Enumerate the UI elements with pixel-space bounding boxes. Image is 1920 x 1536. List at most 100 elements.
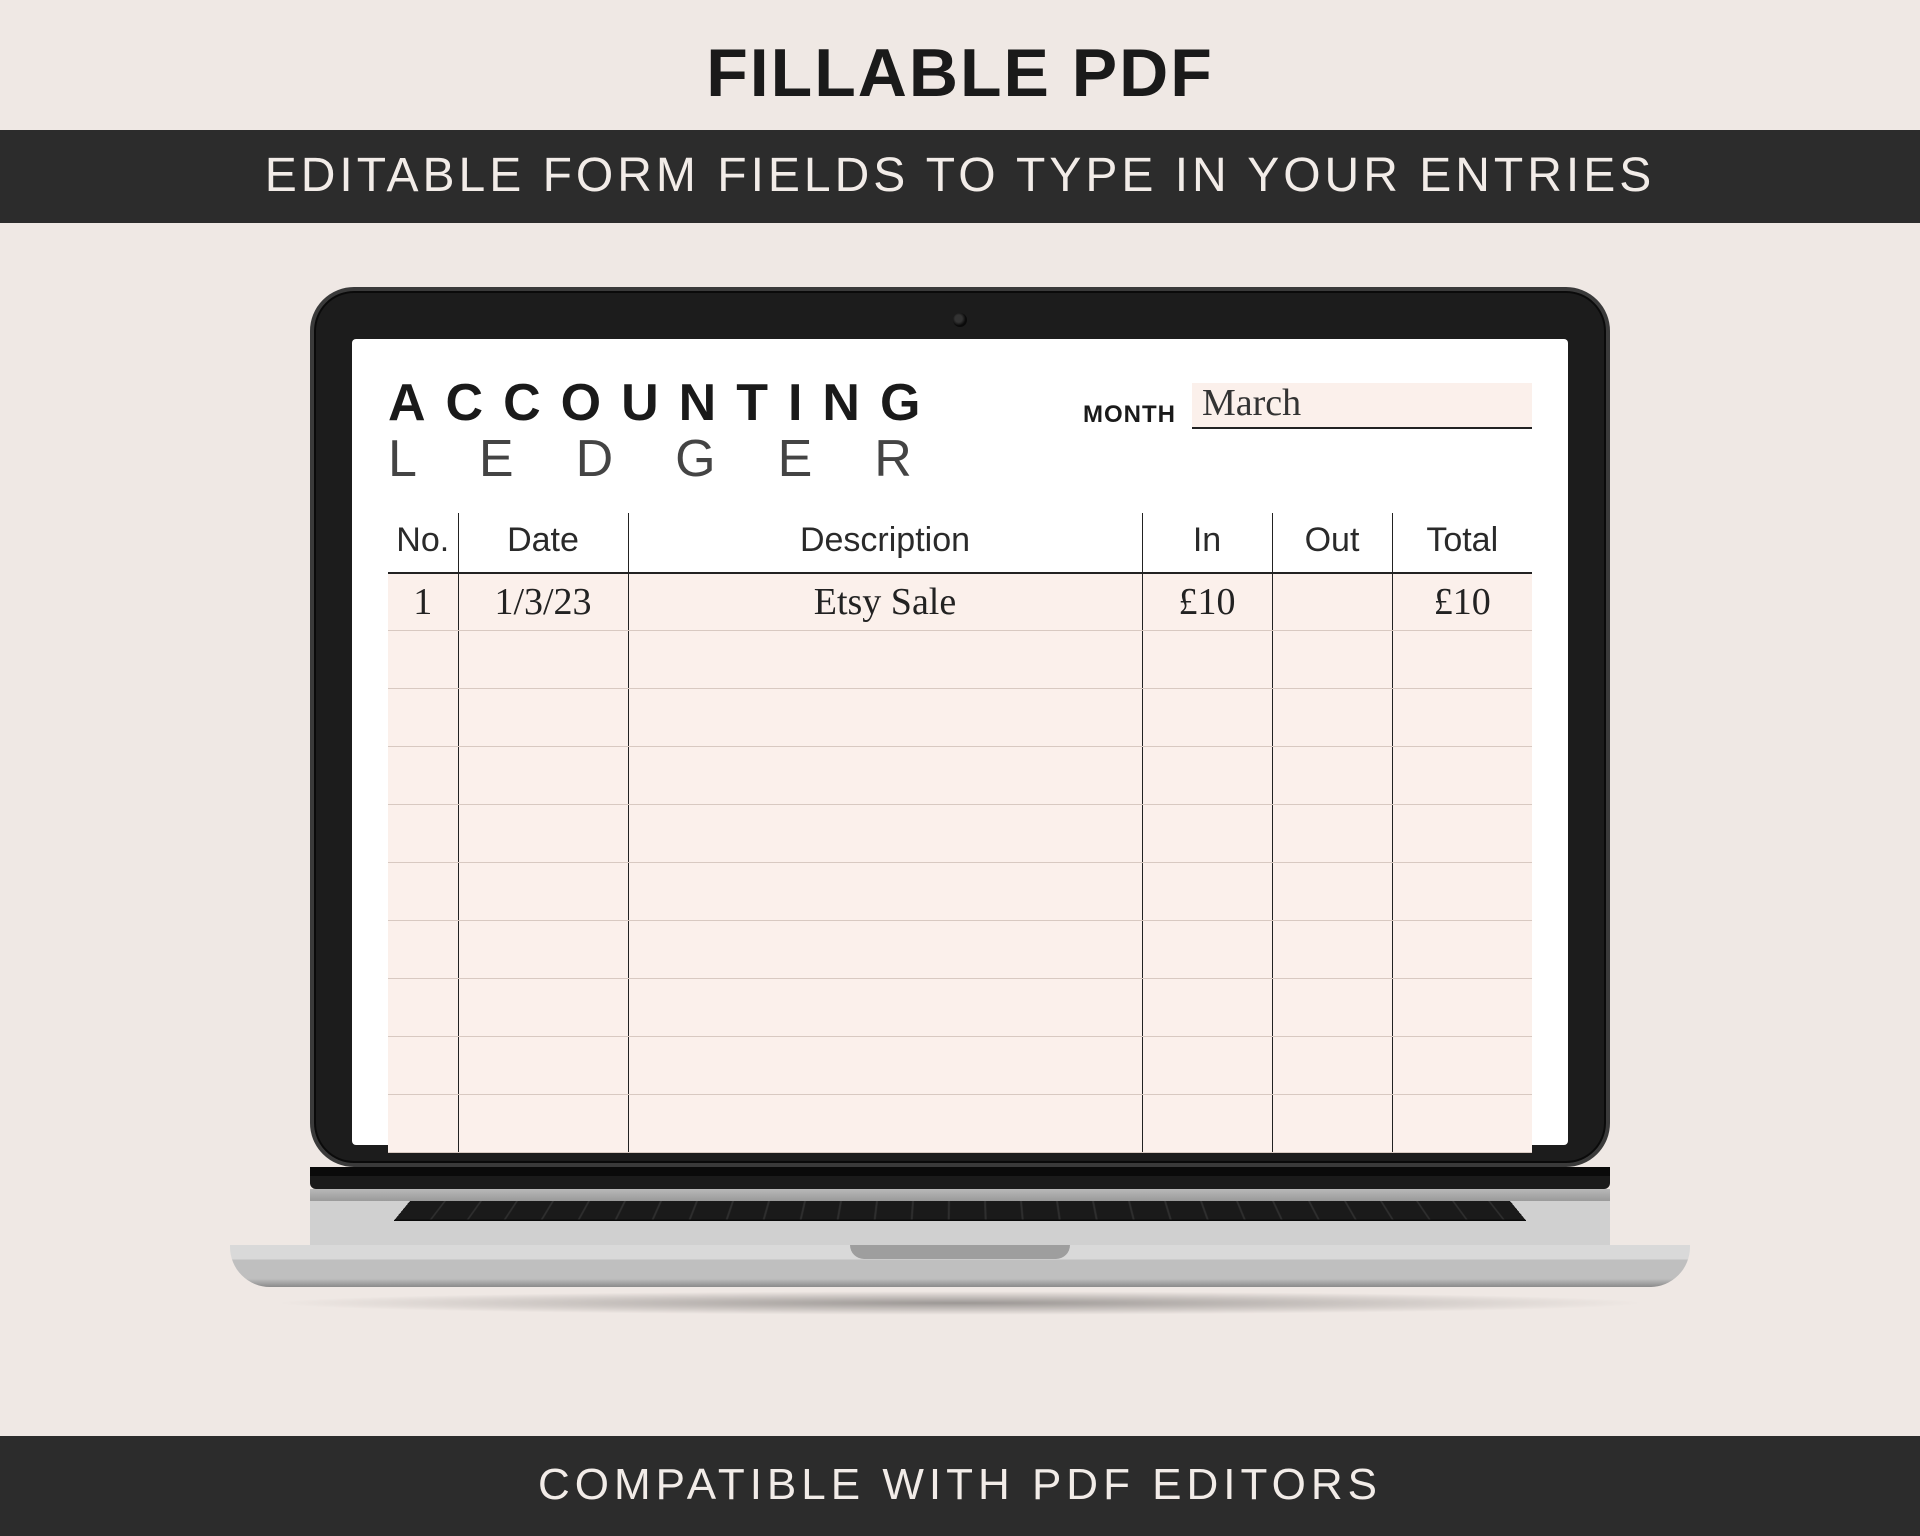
col-desc: Description — [628, 513, 1142, 573]
cell-in[interactable] — [1142, 631, 1272, 689]
table-row — [388, 1037, 1532, 1095]
cell-date[interactable] — [458, 689, 628, 747]
cell-no[interactable] — [388, 747, 458, 805]
ledger-header: ACCOUNTING LEDGER MONTH March — [388, 373, 1532, 489]
table-row — [388, 689, 1532, 747]
col-no: No. — [388, 513, 458, 573]
keyboard-icon — [394, 1201, 1527, 1221]
cell-total[interactable] — [1392, 1094, 1532, 1152]
table-row — [388, 979, 1532, 1037]
laptop-screen: ACCOUNTING LEDGER MONTH March — [352, 339, 1568, 1145]
cell-date[interactable] — [458, 979, 628, 1037]
cell-in[interactable] — [1142, 805, 1272, 863]
cell-in[interactable] — [1142, 979, 1272, 1037]
cell-no[interactable] — [388, 921, 458, 979]
laptop-base — [230, 1167, 1690, 1315]
cell-date[interactable] — [458, 747, 628, 805]
table-row: 11/3/23Etsy Sale£10£10 — [388, 573, 1532, 631]
table-row — [388, 805, 1532, 863]
cell-total[interactable]: £10 — [1392, 573, 1532, 631]
cell-date[interactable] — [458, 1037, 628, 1095]
cell-total[interactable] — [1392, 1037, 1532, 1095]
cell-total[interactable] — [1392, 631, 1532, 689]
cell-total[interactable] — [1392, 979, 1532, 1037]
laptop-notch — [850, 1245, 1070, 1259]
cell-total[interactable] — [1392, 747, 1532, 805]
cell-description[interactable] — [628, 631, 1142, 689]
laptop-kbtop — [310, 1189, 1610, 1201]
cell-date[interactable] — [458, 805, 628, 863]
laptop-mockup: ACCOUNTING LEDGER MONTH March — [230, 287, 1690, 1315]
camera-icon — [953, 313, 967, 327]
ledger-table-wrap: No. Date Description In Out Total 11/3/2… — [388, 513, 1532, 1153]
cell-date[interactable] — [458, 921, 628, 979]
cell-date[interactable]: 1/3/23 — [458, 573, 628, 631]
laptop-front — [230, 1245, 1690, 1287]
cell-total[interactable] — [1392, 689, 1532, 747]
cell-no[interactable] — [388, 805, 458, 863]
cell-description[interactable] — [628, 805, 1142, 863]
month-label: MONTH — [1083, 401, 1176, 429]
laptop-hinge — [310, 1167, 1610, 1189]
cell-date[interactable] — [458, 1094, 628, 1152]
cell-out[interactable] — [1272, 979, 1392, 1037]
cell-description[interactable] — [628, 1094, 1142, 1152]
cell-no[interactable]: 1 — [388, 573, 458, 631]
cell-out[interactable] — [1272, 747, 1392, 805]
ledger-document: ACCOUNTING LEDGER MONTH March — [352, 339, 1568, 1145]
cell-in[interactable] — [1142, 689, 1272, 747]
cell-description[interactable] — [628, 689, 1142, 747]
table-header-row: No. Date Description In Out Total — [388, 513, 1532, 573]
laptop-shadow — [270, 1291, 1650, 1315]
cell-out[interactable] — [1272, 689, 1392, 747]
col-in: In — [1142, 513, 1272, 573]
col-out: Out — [1272, 513, 1392, 573]
cell-out[interactable] — [1272, 1094, 1392, 1152]
table-row — [388, 921, 1532, 979]
cell-out[interactable] — [1272, 805, 1392, 863]
cell-in[interactable] — [1142, 1094, 1272, 1152]
cell-description[interactable] — [628, 747, 1142, 805]
ledger-table: No. Date Description In Out Total 11/3/2… — [388, 513, 1532, 1153]
table-row — [388, 747, 1532, 805]
cell-in[interactable] — [1142, 1037, 1272, 1095]
col-date: Date — [458, 513, 628, 573]
cell-out[interactable] — [1272, 631, 1392, 689]
banner-top: EDITABLE FORM FIELDS TO TYPE IN YOUR ENT… — [0, 130, 1920, 223]
cell-out[interactable] — [1272, 573, 1392, 631]
page-title: FILLABLE PDF — [0, 0, 1920, 130]
cell-date[interactable] — [458, 863, 628, 921]
cell-total[interactable] — [1392, 921, 1532, 979]
cell-no[interactable] — [388, 1037, 458, 1095]
cell-in[interactable] — [1142, 921, 1272, 979]
cell-no[interactable] — [388, 689, 458, 747]
month-group: MONTH March — [1083, 373, 1532, 429]
cell-no[interactable] — [388, 631, 458, 689]
laptop-lid: ACCOUNTING LEDGER MONTH March — [310, 287, 1610, 1167]
cell-in[interactable] — [1142, 747, 1272, 805]
banner-bottom: COMPATIBLE WITH PDF EDITORS — [0, 1436, 1920, 1536]
cell-total[interactable] — [1392, 863, 1532, 921]
cell-description[interactable] — [628, 979, 1142, 1037]
cell-out[interactable] — [1272, 921, 1392, 979]
ledger-logo: ACCOUNTING LEDGER — [388, 373, 974, 489]
laptop-kb — [310, 1201, 1610, 1245]
cell-in[interactable]: £10 — [1142, 573, 1272, 631]
cell-out[interactable] — [1272, 1037, 1392, 1095]
cell-description[interactable] — [628, 1037, 1142, 1095]
ledger-logo-line1: ACCOUNTING — [388, 373, 974, 433]
cell-no[interactable] — [388, 979, 458, 1037]
table-row — [388, 631, 1532, 689]
cell-date[interactable] — [458, 631, 628, 689]
month-input[interactable]: March — [1192, 383, 1532, 429]
cell-description[interactable] — [628, 921, 1142, 979]
cell-no[interactable] — [388, 863, 458, 921]
cell-total[interactable] — [1392, 805, 1532, 863]
cell-in[interactable] — [1142, 863, 1272, 921]
col-total: Total — [1392, 513, 1532, 573]
table-row — [388, 863, 1532, 921]
cell-description[interactable] — [628, 863, 1142, 921]
cell-description[interactable]: Etsy Sale — [628, 573, 1142, 631]
cell-no[interactable] — [388, 1094, 458, 1152]
cell-out[interactable] — [1272, 863, 1392, 921]
